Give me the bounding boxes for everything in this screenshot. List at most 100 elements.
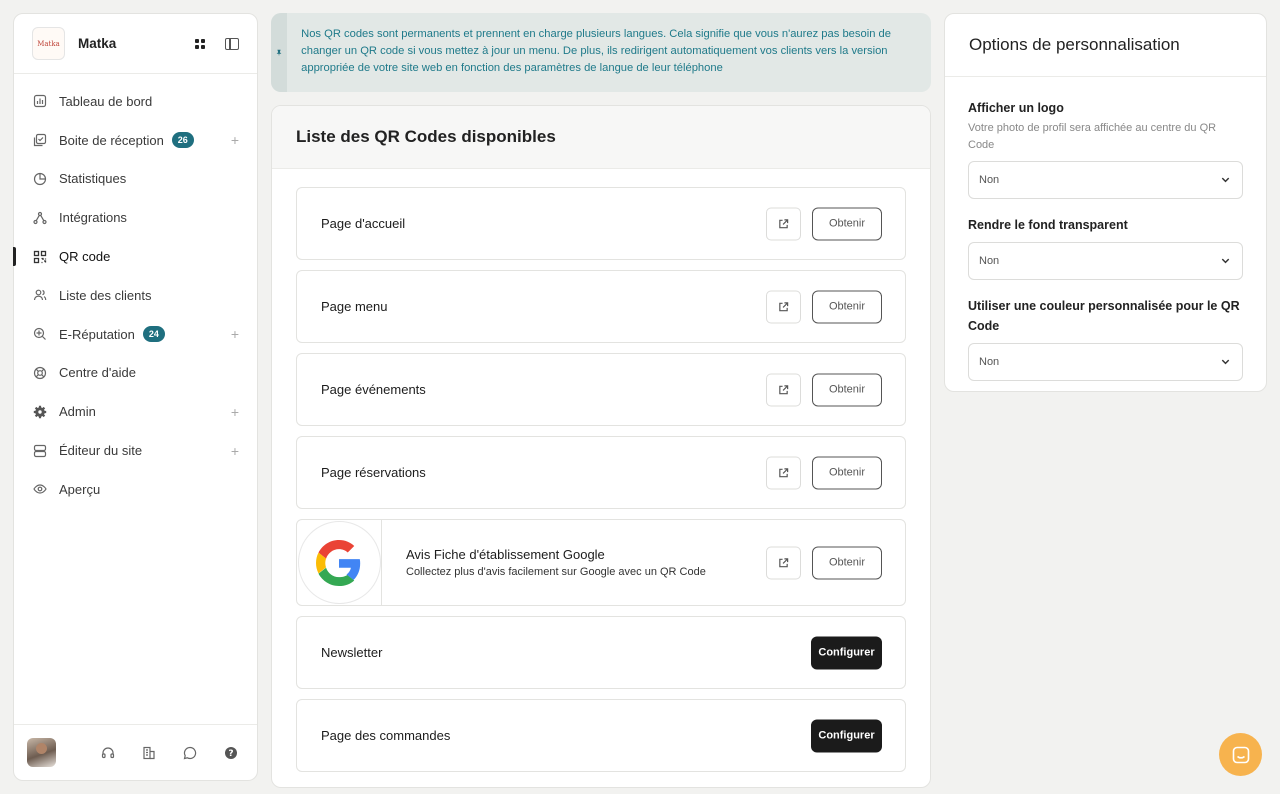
sidebar-header: Matka Matka bbox=[14, 14, 257, 74]
sidebar-item-admin[interactable]: Admin + bbox=[14, 392, 257, 431]
qr-row-reservations: Page réservations Obtenir bbox=[296, 436, 906, 509]
sidebar-item-label: Éditeur du site bbox=[59, 443, 143, 459]
sidebar-item-label: E-Réputation bbox=[59, 326, 135, 342]
configure-button[interactable]: Configurer bbox=[811, 636, 882, 669]
qr-row-label: Page événements bbox=[321, 382, 426, 397]
sidebar-item-qr-code[interactable]: QR code bbox=[13, 237, 257, 276]
configure-button[interactable]: Configurer bbox=[811, 719, 882, 752]
open-link-button[interactable] bbox=[766, 207, 801, 240]
pie-icon bbox=[33, 172, 47, 186]
external-link-icon bbox=[779, 557, 789, 567]
svg-text:?: ? bbox=[228, 749, 233, 759]
qr-row-label: Page menu bbox=[321, 299, 388, 314]
logo-select[interactable]: Non bbox=[968, 161, 1243, 199]
qr-row-label: Page réservations bbox=[321, 465, 426, 480]
color-select-value: Non bbox=[979, 356, 1000, 368]
color-option-label: Utiliser une couleur personnalisée pour … bbox=[968, 299, 1240, 333]
chat-icon bbox=[1232, 746, 1249, 763]
qr-row-google-reviews: Avis Fiche d'établissement Google Collec… bbox=[296, 519, 906, 606]
avatar[interactable] bbox=[27, 738, 56, 767]
transparent-select[interactable]: Non bbox=[968, 242, 1243, 280]
info-pin-icon bbox=[271, 13, 288, 92]
open-link-button[interactable] bbox=[766, 456, 801, 489]
chat-bubble-icon[interactable] bbox=[183, 746, 197, 760]
open-link-button[interactable] bbox=[766, 373, 801, 406]
external-link-icon bbox=[779, 467, 789, 477]
info-text: Nos QR codes sont permanents et prennent… bbox=[301, 28, 891, 74]
qr-row-menu: Page menu Obtenir bbox=[296, 270, 906, 343]
sidebar: Matka Matka Tableau de bord Boite de réc… bbox=[13, 13, 258, 781]
brand-name[interactable]: Matka bbox=[78, 36, 116, 51]
sidebar-item-statistics[interactable]: Statistiques bbox=[14, 160, 257, 199]
sidebar-footer: ? bbox=[14, 724, 257, 780]
toggle-sidebar-icon[interactable] bbox=[225, 37, 239, 50]
sidebar-item-e-reputation[interactable]: E-Réputation 24 + bbox=[14, 315, 257, 354]
users-icon bbox=[33, 288, 47, 302]
integration-icon bbox=[33, 211, 47, 225]
headset-icon[interactable] bbox=[101, 746, 115, 760]
inbox-count-badge: 26 bbox=[171, 132, 194, 149]
gear-icon bbox=[33, 405, 47, 419]
expand-plus-icon[interactable]: + bbox=[231, 132, 239, 148]
sidebar-item-label: Centre d'aide bbox=[59, 365, 136, 381]
google-reviews-title: Avis Fiche d'établissement Google bbox=[406, 547, 605, 562]
sidebar-item-integrations[interactable]: Intégrations bbox=[14, 198, 257, 237]
logo-option-label: Afficher un logo bbox=[968, 101, 1064, 115]
customization-options-panel: Options de personnalisation Afficher un … bbox=[944, 13, 1267, 392]
sidebar-item-label: Liste des clients bbox=[59, 287, 152, 303]
expand-plus-icon[interactable]: + bbox=[231, 404, 239, 420]
expand-plus-icon[interactable]: + bbox=[231, 443, 239, 459]
options-title: Options de personnalisation bbox=[945, 14, 1266, 77]
sidebar-item-help-center[interactable]: Centre d'aide bbox=[14, 354, 257, 393]
open-link-button[interactable] bbox=[766, 546, 801, 579]
qr-row-home: Page d'accueil Obtenir bbox=[296, 187, 906, 260]
google-reviews-subtitle: Collectez plus d'avis facilement sur Goo… bbox=[406, 566, 706, 578]
obtain-button[interactable]: Obtenir bbox=[812, 546, 882, 579]
google-g-icon bbox=[316, 539, 361, 586]
brand-logo[interactable]: Matka bbox=[32, 27, 65, 60]
qr-code-list-card: Liste des QR Codes disponibles Page d'ac… bbox=[271, 105, 931, 788]
sidebar-item-site-editor[interactable]: Éditeur du site + bbox=[14, 431, 257, 470]
sidebar-item-label: Statistiques bbox=[59, 171, 127, 187]
color-select[interactable]: Non bbox=[968, 343, 1243, 381]
google-logo bbox=[297, 520, 382, 605]
chevron-down-icon bbox=[1221, 177, 1230, 183]
sidebar-item-preview[interactable]: Aperçu bbox=[14, 470, 257, 509]
help-icon[interactable]: ? bbox=[224, 746, 238, 760]
external-link-icon bbox=[779, 384, 789, 394]
inbox-icon bbox=[33, 133, 47, 147]
external-link-icon bbox=[779, 301, 789, 311]
qr-row-orders: Page des commandes Configurer bbox=[296, 699, 906, 772]
sidebar-item-label: Admin bbox=[59, 404, 96, 420]
chevron-down-icon bbox=[1221, 359, 1230, 365]
sidebar-item-dashboard[interactable]: Tableau de bord bbox=[14, 82, 257, 121]
sidebar-item-label: Tableau de bord bbox=[59, 93, 153, 109]
sidebar-item-clients[interactable]: Liste des clients bbox=[14, 276, 257, 315]
qr-row-label: Page des commandes bbox=[321, 728, 451, 743]
chat-launcher-button[interactable] bbox=[1219, 733, 1262, 776]
logo-select-value: Non bbox=[979, 174, 1000, 186]
obtain-button[interactable]: Obtenir bbox=[812, 207, 882, 240]
external-link-icon bbox=[779, 218, 789, 228]
expand-plus-icon[interactable]: + bbox=[231, 326, 239, 342]
obtain-button[interactable]: Obtenir bbox=[812, 456, 882, 489]
reputation-icon bbox=[33, 327, 47, 341]
qr-row-events: Page événements Obtenir bbox=[296, 353, 906, 426]
sidebar-nav: Tableau de bord Boite de réception 26 + … bbox=[13, 74, 257, 509]
obtain-button[interactable]: Obtenir bbox=[812, 290, 882, 323]
transparent-select-value: Non bbox=[979, 255, 1000, 267]
qr-icon bbox=[33, 250, 47, 264]
qr-row-label: Newsletter bbox=[321, 645, 383, 660]
obtain-button[interactable]: Obtenir bbox=[812, 373, 882, 406]
eye-icon bbox=[33, 482, 47, 496]
info-banner: Nos QR codes sont permanents et prennent… bbox=[271, 13, 931, 92]
apps-grid-icon[interactable] bbox=[195, 38, 205, 49]
sidebar-item-label: Boite de réception bbox=[59, 132, 164, 148]
sidebar-item-label: Aperçu bbox=[59, 481, 101, 497]
logo-option-help: Votre photo de profil sera affichée au c… bbox=[968, 122, 1217, 151]
sidebar-item-inbox[interactable]: Boite de réception 26 + bbox=[14, 121, 257, 160]
open-link-button[interactable] bbox=[766, 290, 801, 323]
qr-list: Page d'accueil Obtenir Page menu Obtenir… bbox=[296, 187, 906, 782]
transparent-option-label: Rendre le fond transparent bbox=[968, 218, 1128, 232]
building-icon[interactable] bbox=[142, 746, 156, 760]
